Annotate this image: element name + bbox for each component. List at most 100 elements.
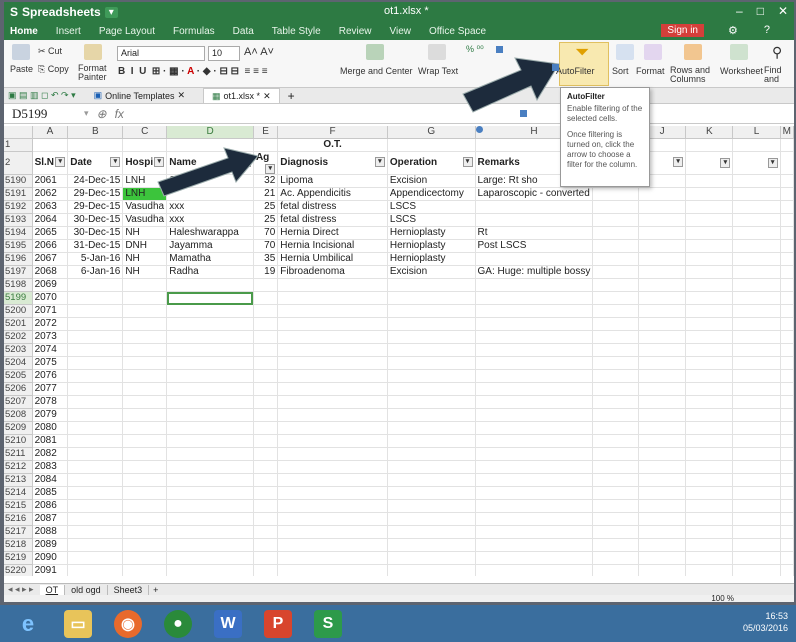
table-cell[interactable] — [780, 460, 794, 475]
table-cell[interactable]: 2061 — [32, 174, 69, 189]
namebox-dropdown-icon[interactable]: ▾ — [84, 108, 89, 119]
table-cell[interactable] — [67, 382, 124, 397]
table-cell[interactable] — [166, 395, 254, 410]
table-cell[interactable] — [253, 421, 279, 436]
table-cell[interactable] — [638, 486, 687, 501]
table-cell[interactable] — [592, 356, 639, 371]
table-cell[interactable] — [685, 499, 734, 514]
table-cell[interactable] — [387, 421, 476, 436]
table-cell[interactable] — [475, 564, 594, 576]
table-cell[interactable] — [780, 369, 794, 384]
table-cell[interactable] — [253, 356, 279, 371]
table-cell[interactable] — [638, 395, 687, 410]
table-cell[interactable] — [780, 434, 794, 449]
table-cell[interactable] — [638, 460, 687, 475]
row-header[interactable]: 5191 — [4, 187, 33, 202]
table-cell[interactable] — [638, 330, 687, 345]
row-header[interactable]: 5209 — [4, 421, 33, 436]
table-cell[interactable] — [780, 317, 794, 332]
table-cell[interactable] — [475, 421, 594, 436]
row-header[interactable]: 5212 — [4, 460, 33, 475]
sheet-tab-ot[interactable]: OT — [39, 584, 66, 595]
table-cell[interactable]: Post LSCS — [475, 239, 594, 254]
table-cell[interactable] — [67, 356, 124, 371]
table-cell[interactable] — [166, 291, 254, 306]
table-cell[interactable] — [67, 473, 124, 488]
table-cell[interactable] — [732, 382, 781, 397]
table-cell[interactable] — [387, 486, 476, 501]
close-tab-icon[interactable]: ✕ — [177, 90, 185, 101]
table-cell[interactable]: Jayamma — [166, 239, 254, 254]
table-cell[interactable] — [166, 538, 254, 553]
table-cell[interactable]: Vasudha — [122, 200, 168, 215]
filter-dropdown-icon[interactable]: ▾ — [374, 157, 385, 168]
table-cell[interactable] — [277, 330, 388, 345]
table-cell[interactable] — [253, 473, 279, 488]
table-cell[interactable] — [592, 460, 639, 475]
table-cell[interactable]: GA: Huge: multiple bossy — [475, 265, 594, 280]
table-cell[interactable] — [387, 382, 476, 397]
spreadsheet-app-icon[interactable]: S — [314, 609, 342, 638]
table-cell[interactable] — [780, 278, 794, 293]
table-cell[interactable] — [780, 304, 794, 319]
fx-icon[interactable]: fx — [115, 107, 124, 121]
table-cell[interactable] — [67, 460, 124, 475]
table-cell[interactable] — [253, 538, 279, 553]
format-icon[interactable] — [644, 44, 662, 60]
table-cell[interactable] — [387, 499, 476, 514]
table-cell[interactable]: 2072 — [32, 317, 69, 332]
table-cell[interactable] — [67, 512, 124, 527]
table-cell[interactable]: NH — [122, 226, 168, 241]
table-cell[interactable] — [166, 356, 254, 371]
filter-dropdown-icon[interactable]: ▾ — [462, 157, 473, 168]
table-cell[interactable] — [387, 138, 476, 153]
table-cell[interactable] — [253, 447, 279, 462]
table-cell[interactable] — [475, 395, 594, 410]
table-cell[interactable]: 2091 — [32, 564, 69, 576]
table-cell[interactable] — [475, 499, 594, 514]
table-cell[interactable] — [122, 434, 168, 449]
table-cell[interactable] — [732, 460, 781, 475]
table-cell[interactable] — [277, 408, 388, 423]
table-cell[interactable]: 2076 — [32, 369, 69, 384]
font-size-select[interactable]: 10 — [208, 46, 240, 61]
table-cell[interactable] — [685, 473, 734, 488]
table-cell[interactable] — [685, 200, 734, 215]
table-cell[interactable] — [253, 460, 279, 475]
table-cell[interactable] — [475, 434, 594, 449]
table-cell[interactable] — [253, 434, 279, 449]
table-cell[interactable] — [638, 408, 687, 423]
table-cell[interactable] — [685, 512, 734, 527]
table-cell[interactable] — [732, 421, 781, 436]
table-cell[interactable] — [387, 395, 476, 410]
table-cell[interactable] — [732, 187, 781, 202]
table-cell[interactable]: Laparoscopic - converted — [475, 187, 594, 202]
table-cell[interactable] — [253, 291, 279, 306]
table-cell[interactable] — [253, 564, 279, 576]
table-cell[interactable]: 2089 — [32, 538, 69, 553]
table-cell[interactable] — [780, 525, 794, 540]
row-header[interactable]: 5202 — [4, 330, 33, 345]
row-header[interactable]: 5216 — [4, 512, 33, 527]
table-cell[interactable] — [122, 330, 168, 345]
table-cell[interactable] — [592, 499, 639, 514]
table-cell[interactable] — [122, 421, 168, 436]
table-cell[interactable] — [685, 525, 734, 540]
name-box[interactable]: D5199 — [4, 106, 84, 122]
table-cell[interactable] — [277, 317, 388, 332]
table-cell[interactable] — [253, 512, 279, 527]
table-cell[interactable] — [122, 304, 168, 319]
table-cell[interactable] — [475, 356, 594, 371]
table-cell[interactable] — [253, 551, 279, 566]
table-cell[interactable] — [592, 421, 639, 436]
table-cell[interactable]: LSCS — [387, 200, 476, 215]
row-header[interactable]: 5219 — [4, 551, 33, 566]
row-header[interactable]: 5195 — [4, 239, 33, 254]
table-cell[interactable] — [387, 330, 476, 345]
table-cell[interactable] — [685, 564, 734, 576]
chrome-icon[interactable]: ● — [164, 609, 192, 638]
row-header[interactable]: 5217 — [4, 525, 33, 540]
table-cell[interactable] — [253, 278, 279, 293]
table-cell[interactable] — [277, 356, 388, 371]
table-cell[interactable] — [732, 551, 781, 566]
